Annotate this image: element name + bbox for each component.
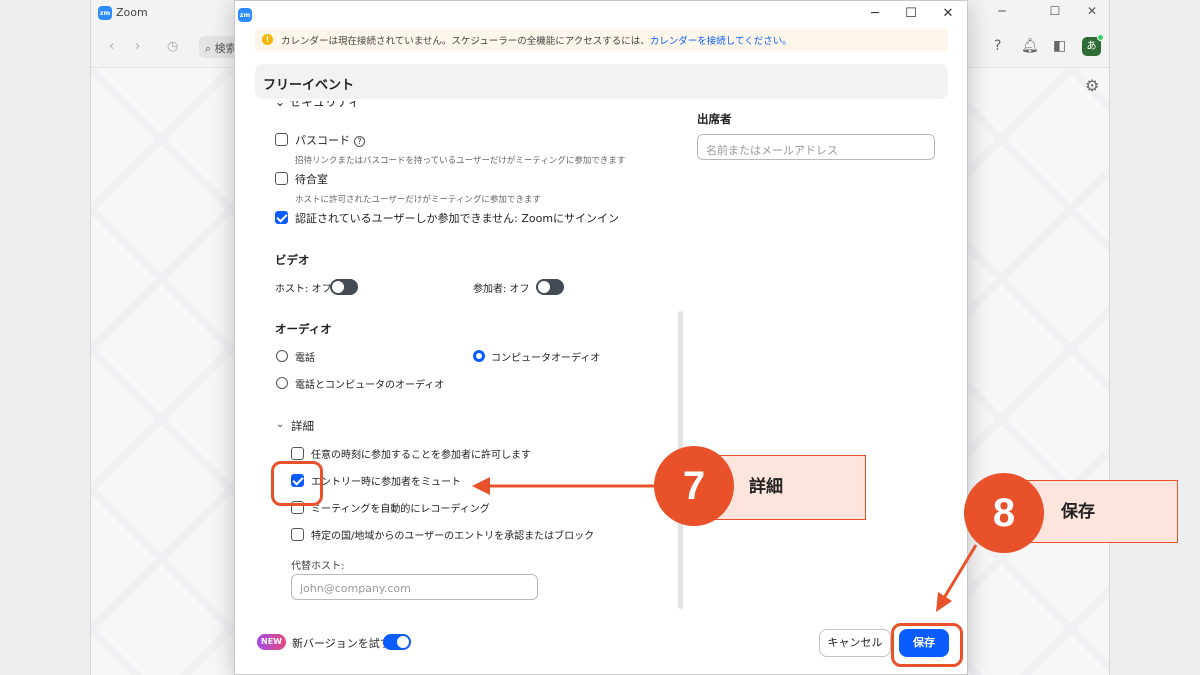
step8-circle: 8 <box>964 473 1044 553</box>
step7-label: 詳細 <box>749 477 783 497</box>
step7-circle: 7 <box>654 446 734 526</box>
highlight-save-button <box>891 623 963 667</box>
step8-label: 保存 <box>1061 502 1095 522</box>
annotation-arrows <box>472 477 978 612</box>
